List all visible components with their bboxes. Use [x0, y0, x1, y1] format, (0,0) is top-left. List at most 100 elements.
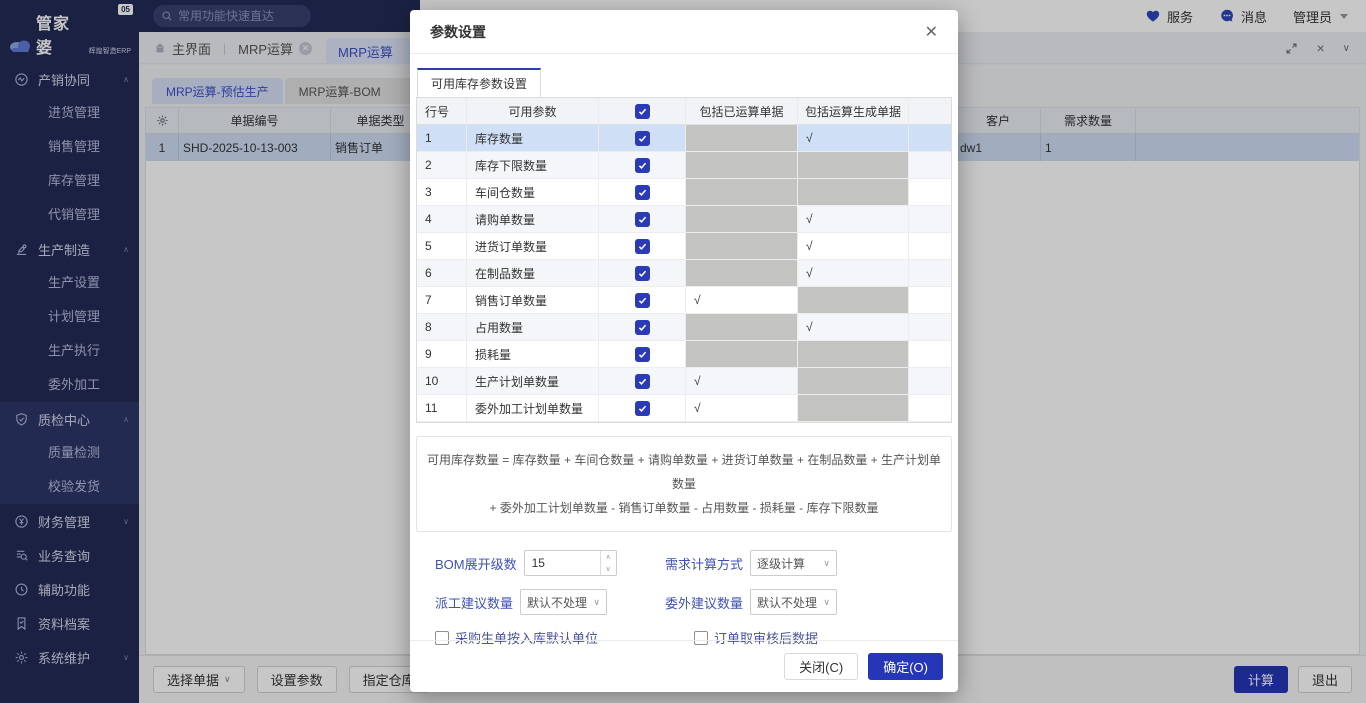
param-checkbox[interactable] — [635, 320, 650, 335]
formula-line-1: 可用库存数量 = 库存数量 + 车间仓数量 + 请购单数量 + 进货订单数量 +… — [425, 448, 943, 496]
param-row-no: 7 — [417, 287, 467, 313]
include-calculated-cell[interactable]: √ — [686, 395, 798, 421]
dialog-footer: 关闭(C) 确定(O) — [410, 640, 958, 692]
tab-available-stock-params[interactable]: 可用库存参数设置 — [417, 68, 541, 97]
param-name: 损耗量 — [467, 341, 599, 367]
param-checkbox[interactable] — [635, 239, 650, 254]
stepper-arrows: ∧ ∨ — [600, 551, 616, 575]
param-checkbox[interactable] — [635, 131, 650, 146]
param-settings-dialog: 参数设置 ✕ 可用库存参数设置 行号 可用参数 包括已运算单据 包括运算生成单据 — [410, 10, 958, 692]
param-row[interactable]: 1库存数量√ — [417, 125, 951, 152]
param-checkbox[interactable] — [635, 212, 650, 227]
param-checkbox[interactable] — [635, 158, 650, 173]
param-name: 占用数量 — [467, 314, 599, 340]
demand-calc-select[interactable]: 逐级计算 ∨ — [750, 550, 837, 576]
param-name: 委外加工计划单数量 — [467, 395, 599, 421]
param-row[interactable]: 4请购单数量√ — [417, 206, 951, 233]
chevron-down-icon: ∨ — [823, 597, 830, 608]
stepper-down-icon[interactable]: ∨ — [601, 563, 616, 575]
param-row-no: 10 — [417, 368, 467, 394]
include-calculated-cell[interactable] — [686, 341, 798, 367]
param-row-filler — [909, 260, 951, 286]
param-name: 在制品数量 — [467, 260, 599, 286]
param-row-filler — [909, 206, 951, 232]
dialog-close-icon[interactable]: ✕ — [921, 20, 942, 44]
param-row[interactable]: 6在制品数量 √ — [417, 260, 951, 287]
include-calculated-cell[interactable]: √ — [686, 287, 798, 313]
outsource-qty-select[interactable]: 默认不处理 ∨ — [750, 589, 837, 615]
param-row[interactable]: 5进货订单数量√ — [417, 233, 951, 260]
chevron-down-icon: ∨ — [823, 558, 830, 569]
param-checkbox[interactable] — [635, 185, 650, 200]
param-enabled-cell — [599, 368, 686, 394]
confirm-button[interactable]: 确定(O) — [868, 653, 943, 680]
param-checkbox[interactable] — [635, 266, 650, 281]
include-generated-cell[interactable] — [798, 287, 909, 313]
select-all-checkbox[interactable] — [635, 104, 650, 119]
param-row-no: 6 — [417, 260, 467, 286]
param-enabled-cell — [599, 287, 686, 313]
stepper-up-icon[interactable]: ∧ — [601, 551, 616, 563]
param-row-no: 11 — [417, 395, 467, 421]
include-generated-cell[interactable]: √ — [798, 314, 909, 340]
include-generated-cell[interactable] — [798, 368, 909, 394]
demand-calc-label: 需求计算方式 — [665, 554, 743, 573]
include-generated-cell[interactable]: √ — [798, 260, 909, 286]
header-row-no: 行号 — [417, 98, 467, 124]
dispatch-qty-select[interactable]: 默认不处理 ∨ — [520, 589, 607, 615]
close-button[interactable]: 关闭(C) — [784, 653, 858, 680]
header-empty — [909, 98, 951, 124]
param-row[interactable]: 2库存下限数量 — [417, 152, 951, 179]
bom-level-stepper: ∧ ∨ — [524, 550, 617, 576]
param-enabled-cell — [599, 233, 686, 259]
param-checkbox[interactable] — [635, 293, 650, 308]
param-row-filler — [909, 287, 951, 313]
include-generated-cell[interactable] — [798, 179, 909, 205]
param-row-no: 2 — [417, 152, 467, 178]
param-row-no: 9 — [417, 341, 467, 367]
include-calculated-cell[interactable] — [686, 233, 798, 259]
param-checkbox[interactable] — [635, 401, 650, 416]
dispatch-qty-value: 默认不处理 — [527, 594, 593, 611]
param-checkbox[interactable] — [635, 374, 650, 389]
param-enabled-cell — [599, 314, 686, 340]
param-checkbox[interactable] — [635, 347, 650, 362]
outsource-qty-label: 委外建议数量 — [665, 593, 743, 612]
param-row[interactable]: 3车间仓数量 — [417, 179, 951, 206]
dispatch-qty-label: 派工建议数量 — [435, 593, 513, 612]
bom-level-label: BOM展开级数 — [435, 554, 517, 573]
include-calculated-cell[interactable] — [686, 314, 798, 340]
header-param: 可用参数 — [467, 98, 599, 124]
param-enabled-cell — [599, 179, 686, 205]
param-enabled-cell — [599, 260, 686, 286]
param-row-filler — [909, 395, 951, 421]
param-row[interactable]: 7销售订单数量√ — [417, 287, 951, 314]
include-calculated-cell[interactable] — [686, 179, 798, 205]
param-enabled-cell — [599, 125, 686, 151]
dialog-body: 可用库存参数设置 行号 可用参数 包括已运算单据 包括运算生成单据 1库存数量√… — [410, 54, 958, 647]
param-name: 生产计划单数量 — [467, 368, 599, 394]
dialog-fields: BOM展开级数 ∧ ∨ 需求计算方式 逐级计算 — [416, 550, 952, 647]
param-row[interactable]: 11委外加工计划单数量 √ — [417, 395, 951, 422]
include-calculated-cell[interactable]: √ — [686, 368, 798, 394]
param-row-filler — [909, 152, 951, 178]
include-generated-cell[interactable]: √ — [798, 125, 909, 151]
include-generated-cell[interactable]: √ — [798, 206, 909, 232]
include-calculated-cell[interactable] — [686, 152, 798, 178]
include-calculated-cell[interactable] — [686, 260, 798, 286]
demand-calc-value: 逐级计算 — [757, 555, 823, 572]
include-calculated-cell[interactable] — [686, 206, 798, 232]
dialog-header: 参数设置 ✕ — [410, 10, 958, 54]
param-row-no: 4 — [417, 206, 467, 232]
param-row-no: 3 — [417, 179, 467, 205]
include-generated-cell[interactable] — [798, 395, 909, 421]
include-generated-cell[interactable]: √ — [798, 233, 909, 259]
param-row[interactable]: 8占用数量√ — [417, 314, 951, 341]
param-enabled-cell — [599, 152, 686, 178]
param-row[interactable]: 10生产计划单数量 √ — [417, 368, 951, 395]
app-window: 管家婆 辉煌智造ERP 05 产销协同∧进货管理销售管理库存管理代销管理生产制造… — [0, 0, 1366, 703]
include-generated-cell[interactable] — [798, 341, 909, 367]
include-calculated-cell[interactable] — [686, 125, 798, 151]
include-generated-cell[interactable] — [798, 152, 909, 178]
param-row[interactable]: 9损耗量 — [417, 341, 951, 368]
